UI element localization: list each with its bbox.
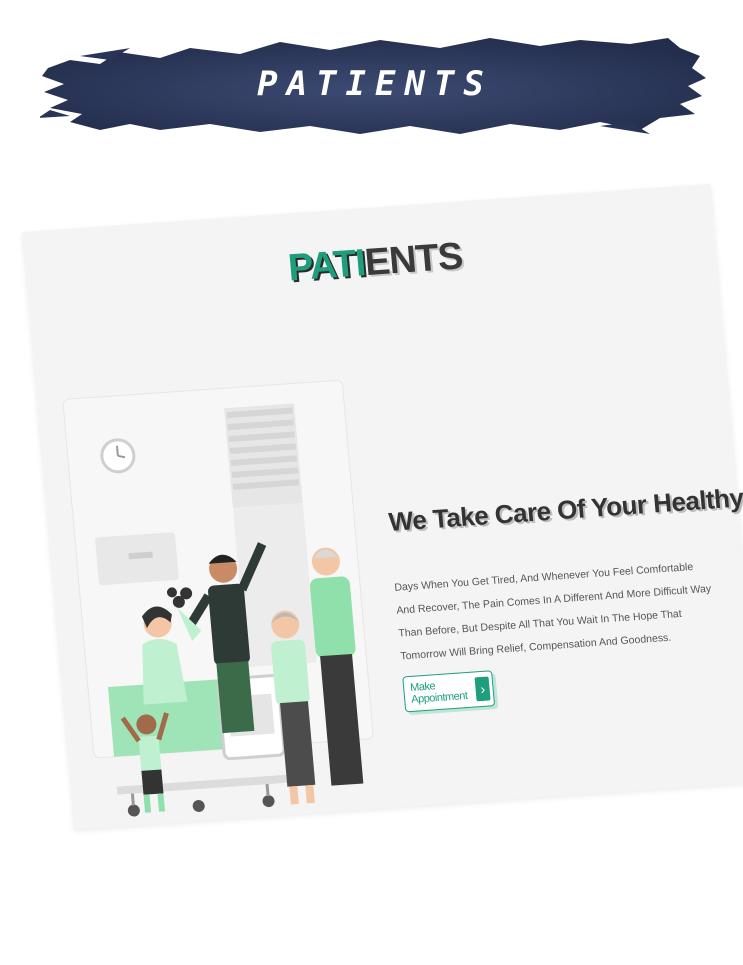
brand-logo-accent: PATI [286,242,367,290]
hospital-bed-icon [107,674,288,817]
chevron-right-icon: › [474,676,491,702]
hero-title-text: We Take Care Of Your Healthy Life [387,479,743,538]
family-illustration [62,379,374,817]
brand-logo-rest: ENTS [363,235,464,285]
clock-icon [100,438,136,474]
hero-description: Days When You Get Tired, And Whenever Yo… [393,560,712,663]
title-banner: PATIENTS [40,30,710,140]
banner-title: PATIENTS [257,64,493,104]
make-appointment-button[interactable]: Make Appointment › [402,670,496,713]
hero-title: We Take Care Of Your Healthy Life [387,479,743,539]
brand-logo[interactable]: PATIENTS [286,235,464,290]
website-preview-card: PATIENTS We Take Care Of Your Healthy Da… [22,183,743,830]
